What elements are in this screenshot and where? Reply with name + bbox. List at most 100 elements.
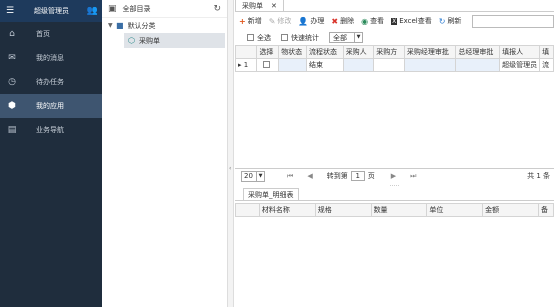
column-header[interactable]: 金额 (482, 203, 539, 217)
page-number-input[interactable]: 1 (350, 171, 365, 181)
new-button[interactable]: + 新增 (239, 16, 262, 26)
nav-item[interactable]: ⌂ 首页 (0, 22, 102, 46)
flow-status-cell[interactable]: 结束 (306, 58, 344, 72)
tree-node-purchase-order[interactable]: ⬡ 采购单 (124, 33, 225, 48)
delete-button[interactable]: ✖ 删除 (331, 16, 354, 26)
status-filter-value: 全部 (333, 33, 347, 42)
users-icon[interactable]: 👥 (87, 6, 98, 16)
cell[interactable] (373, 58, 405, 72)
handle-button[interactable]: 👤 办理 (298, 16, 324, 26)
table-row[interactable]: ▸ 1 结束 超级管理员流 (235, 58, 554, 72)
expand-arrow-icon[interactable]: ▼ (108, 22, 116, 29)
row-select-cell[interactable] (256, 58, 280, 72)
nav-items: ⌂ 首页 ✉ 我的消息 ◷ 待办任务 ⬢ 我的应用 ▤ 业务导航 (0, 22, 102, 142)
excel-icon: X (391, 17, 398, 25)
column-header[interactable]: 采购人 (342, 45, 375, 59)
tab-purchase-order-detail[interactable]: 采购单_明细表 (243, 188, 299, 200)
nav-item-label: 我的应用 (36, 102, 64, 110)
status-filter-select[interactable]: 全部 ▼ (329, 32, 363, 43)
cell[interactable]: 流 (539, 58, 554, 72)
column-header[interactable]: 总经理审批 (455, 45, 501, 59)
nav-item[interactable]: ⬢ 我的应用 (0, 94, 102, 118)
panel-splitter[interactable]: ‹ (228, 0, 234, 307)
view-button-label: 查看 (370, 17, 385, 25)
current-user-name: 超级管理员 (34, 7, 69, 15)
view-button[interactable]: ◉ 查看 (361, 16, 384, 26)
column-header[interactable] (235, 45, 258, 59)
column-header[interactable]: 数量 (370, 203, 428, 217)
nav-item[interactable]: ◷ 待办任务 (0, 70, 102, 94)
cell[interactable] (278, 58, 308, 72)
navigation-icon: ▤ (7, 125, 17, 135)
next-page-icon[interactable]: ▶ (391, 172, 396, 180)
tree-node-label: 采购单 (138, 36, 160, 45)
collapse-arrow-icon[interactable]: ‹ (229, 165, 231, 172)
quick-stats-checkbox[interactable]: 快速统计 (281, 33, 319, 43)
refresh-icon: ↻ (438, 16, 446, 26)
checkbox-icon[interactable] (247, 34, 254, 41)
excel-button-label: Excel查看 (399, 17, 432, 25)
column-header[interactable]: 采购经理审批 (403, 45, 457, 59)
column-header[interactable]: 流程状态 (306, 45, 344, 59)
app-cube-icon: ⬢ (8, 101, 16, 111)
refresh-button[interactable]: ↻ 刷新 (439, 16, 462, 26)
delete-x-icon: ✖ (331, 16, 339, 26)
tab-label: 采购单 (242, 1, 263, 10)
nav-item[interactable]: ✉ 我的消息 (0, 46, 102, 70)
column-header[interactable]: 采购方 (373, 45, 405, 59)
column-header[interactable]: 选择 (256, 45, 280, 59)
search-input[interactable] (472, 14, 554, 28)
column-header[interactable] (235, 203, 260, 217)
last-page-icon[interactable]: ⏭ (410, 172, 416, 181)
quick-stats-label: 快速统计 (291, 33, 319, 42)
nav-item[interactable]: ▤ 业务导航 (0, 118, 102, 142)
row-number-cell[interactable]: ▸ 1 (235, 58, 258, 72)
select-all-checkbox[interactable]: 全选 (247, 33, 271, 43)
column-header[interactable]: 材料名称 (258, 203, 316, 217)
row-checkbox-icon[interactable] (262, 60, 270, 68)
edit-button-label: 修改 (277, 17, 292, 25)
tree-node-default-category[interactable]: ▼ ■ 默认分类 (102, 18, 227, 33)
directory-icon: ▣ (108, 3, 117, 14)
table-header-row: 材料名称 规格 数量 单位 金额备 (235, 203, 554, 217)
chevron-down-icon[interactable]: ▼ (354, 33, 362, 42)
left-nav: ☰ 超级管理员 👥 ⌂ 首页 ✉ 我的消息 ◷ 待办任务 ⬢ 我的应用 ▤ 业务导航 (0, 0, 102, 307)
checkbox-icon[interactable] (281, 34, 288, 41)
main-content: 采购单 ✕ + 新增 ✎ 修改 👤 办理 ✖ 删除 ◉ 查看 X Excel查看 ↻ 刷新 全… (235, 0, 554, 307)
tab-close-icon[interactable]: ✕ (271, 2, 277, 10)
total-count: 共 1 条 (527, 172, 550, 180)
column-header[interactable]: 规格 (314, 203, 372, 217)
nav-item-label: 业务导航 (36, 126, 64, 134)
nav-header: ☰ 超级管理员 👥 (0, 0, 102, 22)
directory-tree-panel: ▣ 全部目录 ↻ ▼ ■ 默认分类 ⬡ 采购单 (102, 0, 228, 307)
edit-button[interactable]: ✎ 修改 (269, 16, 292, 26)
hamburger-menu-icon[interactable]: ☰ (4, 6, 16, 16)
tree-node-label: 默认分类 (127, 21, 156, 30)
column-header[interactable]: 备 (537, 203, 554, 217)
column-header[interactable]: 单位 (426, 203, 484, 217)
column-header[interactable]: 填报人 (499, 45, 541, 59)
cell[interactable] (403, 58, 457, 72)
message-icon: ✉ (8, 53, 16, 63)
first-page-icon[interactable]: ⏮ (287, 172, 293, 181)
refresh-button-label: 刷新 (447, 17, 462, 25)
prev-page-icon[interactable]: ◀ (307, 172, 312, 180)
person-icon: 👤 (298, 16, 309, 26)
purchase-order-grid: 选择 物状态 流程状态 采购人 采购方 采购经理审批 总经理审批 填报人填 ▸ 1 结束 超级管理… (235, 45, 554, 169)
chevron-down-icon[interactable]: ▼ (256, 171, 264, 181)
tree-refresh-icon[interactable]: ↻ (213, 4, 221, 14)
page-size-select[interactable]: 20 ▼ (241, 170, 265, 182)
column-header[interactable]: 填 (539, 45, 554, 59)
excel-view-button[interactable]: X Excel查看 (391, 16, 432, 26)
column-header[interactable]: 物状态 (278, 45, 308, 59)
detail-tab-bar: 采购单_明细表 (235, 188, 554, 201)
page-suffix: 页 (367, 172, 375, 180)
detail-table: 材料名称 规格 数量 单位 金额备 (235, 203, 554, 217)
folder-icon: ■ (116, 21, 124, 30)
cell[interactable] (455, 58, 501, 72)
nav-item-label: 首页 (36, 30, 50, 38)
delete-button-label: 删除 (340, 17, 355, 25)
tab-purchase-order[interactable]: 采购单 ✕ (235, 0, 284, 11)
cell[interactable] (342, 58, 375, 72)
reporter-cell[interactable]: 超级管理员 (499, 58, 541, 72)
